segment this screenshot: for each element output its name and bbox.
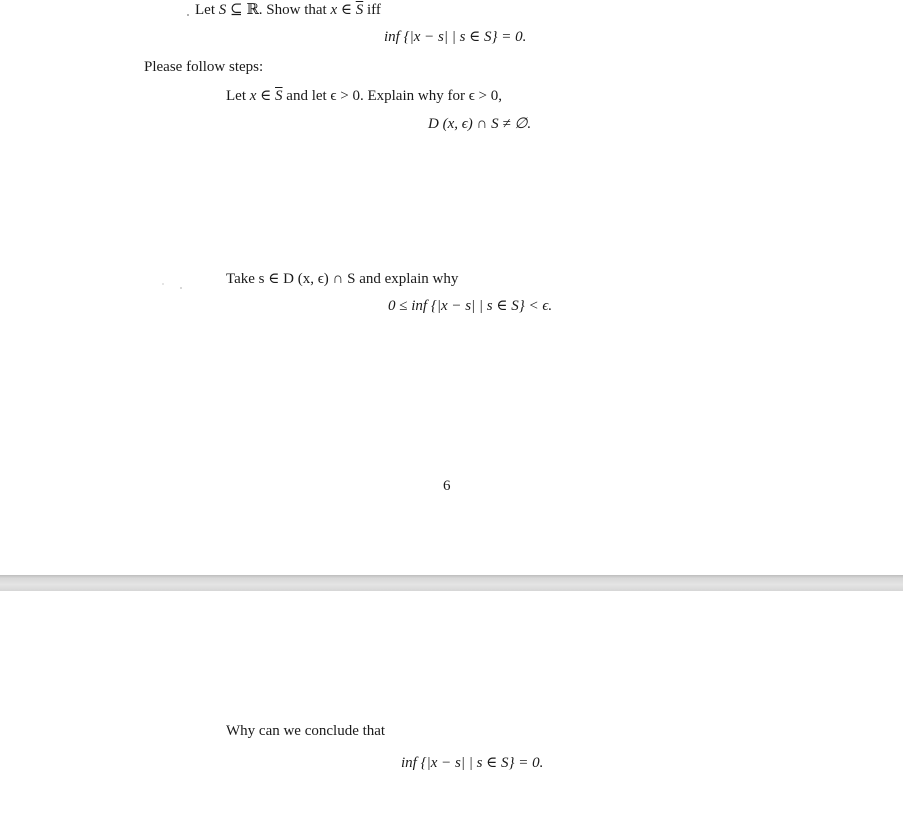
equation-2: D (x, ϵ) ∩ S ≠ ∅.	[428, 116, 532, 132]
step-3-text: Why can we conclude that	[226, 723, 386, 739]
problem-statement: Let S ⊆ ℝ. Show that x ∈ S iff	[195, 2, 381, 18]
document-page-6: Let S ⊆ ℝ. Show that x ∈ S iff inf {|x −…	[0, 0, 903, 575]
stray-mark	[162, 283, 164, 285]
equation-3: 0 ≤ inf {|x − s| | s ∈ S} < ϵ.	[388, 298, 553, 314]
step-2-text: Take s ∈ D (x, ϵ) ∩ S and explain why	[226, 271, 459, 287]
follow-steps-label: Please follow steps:	[144, 59, 264, 75]
closure-S: S	[275, 88, 283, 104]
stray-mark	[180, 287, 182, 289]
equation-4: inf {|x − s| | s ∈ S} = 0.	[401, 755, 544, 771]
page-number: 6	[443, 478, 451, 494]
document-page-7: Why can we conclude that inf {|x − s| | …	[0, 591, 903, 823]
equation-1: inf {|x − s| | s ∈ S} = 0.	[384, 29, 527, 45]
page-separator	[0, 575, 903, 591]
stray-mark	[187, 14, 189, 16]
step-1-text: Let x ∈ S and let ϵ > 0. Explain why for…	[226, 88, 502, 104]
